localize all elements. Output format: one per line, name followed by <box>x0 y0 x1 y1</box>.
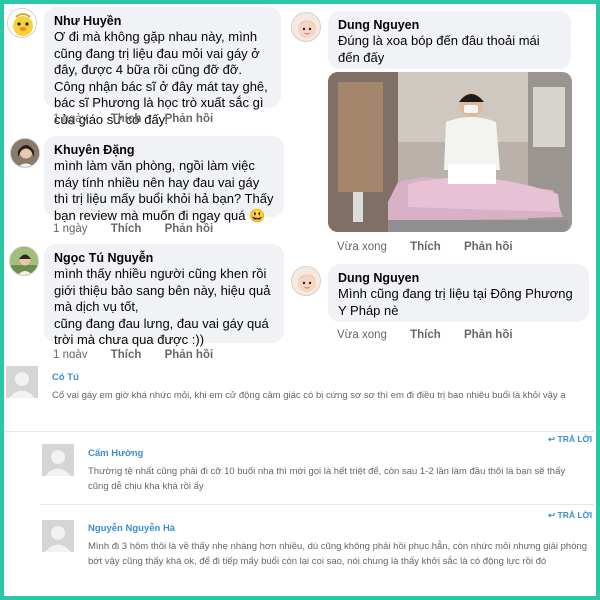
comment-actions: Vừa xong Thích Phản hồi <box>337 329 533 341</box>
divider <box>40 504 594 505</box>
divider <box>4 431 594 432</box>
comment-author[interactable]: Cẩm Hường <box>88 448 143 459</box>
comment-time[interactable]: Vừa xong <box>337 241 387 253</box>
like-button[interactable]: Thích <box>410 329 441 341</box>
avatar[interactable] <box>9 246 39 276</box>
comment-photo[interactable] <box>328 72 572 232</box>
comment-text: mình thấy nhiều người cũng khen rồi giới… <box>54 266 271 347</box>
like-button[interactable]: Thích <box>111 223 142 235</box>
reply-link-label: TRẢ LỜI <box>557 434 593 444</box>
like-button[interactable]: Thích <box>410 241 441 253</box>
comment-bubble: Dung Nguyen Đúng là xoa bóp đến đâu thoả… <box>328 11 571 69</box>
default-avatar-icon <box>6 366 38 398</box>
comment-time[interactable]: Vừa xong <box>337 329 387 341</box>
comment-actions: Vừa xong Thích Phản hồi <box>337 241 533 253</box>
reply-button[interactable]: Phản hồi <box>464 329 513 341</box>
comment-author[interactable]: Dung Nguyen <box>338 270 579 286</box>
comment-author[interactable]: Nguyễn Nguyễn Hà <box>88 523 175 534</box>
duck-avatar-icon <box>8 9 36 37</box>
comment-author[interactable]: Dung Nguyen <box>338 17 561 33</box>
user-photo-icon <box>11 139 39 167</box>
comment-text: Mình cũng đang trị liệu tại Đông Phương … <box>338 286 573 318</box>
reply-link[interactable]: ↩ TRẢ LỜI <box>548 510 592 521</box>
comment-bubble: Như Huyền Ơ đi mà không gặp nhau này, mì… <box>44 7 281 127</box>
comment-actions: 1 ngày Thích Phản hồi <box>53 113 233 125</box>
avatar[interactable] <box>291 12 321 42</box>
avatar[interactable] <box>7 8 37 38</box>
comment-text-body: mình làm văn phòng, ngồi làm việc máy tí… <box>54 158 274 223</box>
reply-button[interactable]: Phản hồi <box>464 241 513 253</box>
comment-author[interactable]: Cô Tú <box>52 372 79 383</box>
reply-link[interactable]: ↩ TRẢ LỜI <box>548 434 592 445</box>
comment-text: Cổ vai gáy em giờ khá nhức mỏi, khi em c… <box>52 390 566 401</box>
comment-bubble: Dung Nguyen Mình cũng đang trị liệu tại … <box>328 264 589 322</box>
comment-author[interactable]: Khuyên Đặng <box>54 142 274 158</box>
massage-therapy-photo <box>328 72 572 232</box>
comment-time[interactable]: 1 ngày <box>53 223 88 235</box>
comment-text: Mình đi 3 hôm thôi là về thấy nhẹ nhàng … <box>88 541 588 567</box>
reply-arrow-icon: ↩ <box>548 510 556 520</box>
website-comments-section: Cô Tú Cổ vai gáy em giờ khá nhức mỏi, kh… <box>4 358 596 596</box>
reply-link-label: TRẢ LỜI <box>557 510 593 520</box>
comment-author[interactable]: Ngọc Tú Nguyễn <box>54 250 274 266</box>
comment-actions: 1 ngày Thích Phản hồi <box>53 223 233 235</box>
comment-author[interactable]: Như Huyền <box>54 13 271 29</box>
reply-button[interactable]: Phản hồi <box>165 223 214 235</box>
comment-text: mình làm văn phòng, ngồi làm việc máy tí… <box>54 158 274 224</box>
baby-avatar-icon <box>292 267 320 295</box>
user-photo-icon <box>10 247 38 275</box>
baby-avatar-icon <box>292 13 320 41</box>
comment-bubble: Ngọc Tú Nguyễn mình thấy nhiều người cũn… <box>44 244 284 347</box>
smile-emoji-icon: 😃 <box>249 207 266 223</box>
comment-bubble: Khuyên Đặng mình làm văn phòng, ngồi làm… <box>44 136 284 223</box>
avatar[interactable] <box>10 138 40 168</box>
reply-button[interactable]: Phản hồi <box>165 113 214 125</box>
comment-text: Thường tệ nhất cũng phải đi cỡ 10 buổi n… <box>88 466 566 492</box>
default-avatar-icon <box>42 444 74 476</box>
reply-arrow-icon: ↩ <box>548 434 556 444</box>
default-avatar-icon <box>42 520 74 552</box>
comment-text: Đúng là xoa bóp đến đâu thoải mái đến đấ… <box>338 33 540 65</box>
avatar[interactable] <box>291 266 321 296</box>
comment-time[interactable]: 1 ngày <box>53 113 88 125</box>
like-button[interactable]: Thích <box>111 113 142 125</box>
